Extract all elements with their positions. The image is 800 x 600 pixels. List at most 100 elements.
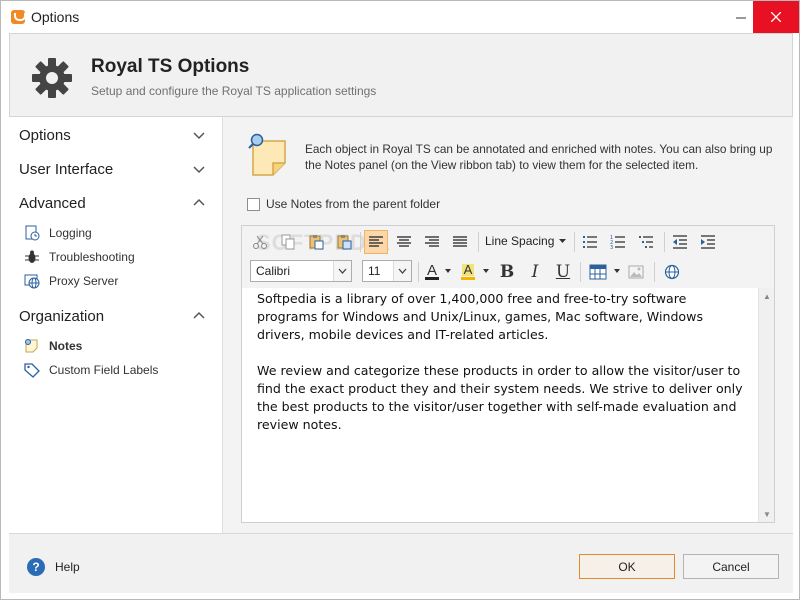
- help-link[interactable]: ? Help: [27, 558, 80, 576]
- toolbar-separator: [580, 262, 581, 282]
- sidebar-section-advanced[interactable]: Advanced: [19, 195, 86, 212]
- toolbar-separator: [418, 262, 419, 282]
- highlight-swatch: [461, 277, 475, 280]
- dialog-footer: ? Help OK Cancel: [9, 533, 793, 593]
- chevron-up-icon[interactable]: [192, 309, 206, 323]
- toolbar-separator: [664, 232, 665, 252]
- font-size-dropdown[interactable]: 11: [362, 260, 412, 282]
- toolbar-separator: [654, 262, 655, 282]
- royal-ts-app-icon: [11, 10, 26, 24]
- sidebar-item-notes[interactable]: Notes: [23, 336, 82, 356]
- paste-special-icon: [337, 235, 352, 250]
- editor-toolbar-row-1: SOFTPEDIA: [242, 226, 774, 256]
- sidebar-section-organization[interactable]: Organization: [19, 308, 104, 325]
- notes-paragraph: We review and categorize these products …: [257, 363, 743, 432]
- notes-panel: Each object in Royal TS can be annotated…: [223, 117, 793, 533]
- insert-table-button[interactable]: [586, 260, 610, 284]
- svg-text:3: 3: [610, 245, 613, 250]
- copy-button[interactable]: [276, 230, 300, 254]
- options-window: Options Royal TS Options Setup and confi…: [0, 0, 800, 600]
- align-left-icon: [369, 236, 383, 247]
- use-parent-notes-label[interactable]: Use Notes from the parent folder: [266, 197, 440, 211]
- note-icon: [23, 338, 41, 354]
- options-header: Royal TS Options Setup and configure the…: [9, 33, 793, 117]
- font-name-value: Calibri: [256, 264, 291, 278]
- numbered-list-button[interactable]: 123: [606, 230, 630, 254]
- dropdown-arrow-icon[interactable]: [445, 268, 451, 274]
- use-parent-notes-checkbox[interactable]: [247, 197, 260, 211]
- sidebar-section-options[interactable]: Options: [19, 127, 71, 144]
- close-button[interactable]: [753, 1, 799, 33]
- highlight-color-button[interactable]: A: [456, 260, 480, 284]
- dropdown-arrow-icon[interactable]: [483, 268, 489, 274]
- increase-indent-button[interactable]: [696, 230, 720, 254]
- dropdown-arrow-icon: [559, 239, 567, 243]
- paste-special-button[interactable]: [332, 230, 356, 254]
- line-spacing-dropdown[interactable]: Line Spacing: [485, 234, 567, 248]
- cut-button[interactable]: [248, 230, 272, 254]
- scroll-down-icon[interactable]: ▼: [759, 506, 775, 522]
- font-name-dropdown[interactable]: Calibri: [250, 260, 352, 282]
- editor-toolbar-row-2: Calibri 11 A A B I U: [242, 256, 774, 288]
- options-sidebar: Options User Interface Advanced Logging …: [9, 117, 223, 533]
- close-icon: [771, 12, 781, 22]
- sidebar-item-troubleshooting[interactable]: Troubleshooting: [23, 247, 135, 267]
- use-parent-notes-row[interactable]: Use Notes from the parent folder: [247, 197, 440, 211]
- insert-image-button[interactable]: [624, 260, 648, 284]
- cancel-button[interactable]: Cancel: [683, 554, 779, 579]
- decrease-indent-button[interactable]: [668, 230, 692, 254]
- sidebar-item-label: Custom Field Labels: [49, 363, 159, 377]
- underline-button[interactable]: U: [551, 260, 575, 284]
- toolbar-separator: [360, 232, 361, 252]
- font-color-letter: A: [426, 262, 437, 279]
- sidebar-item-custom-field-labels[interactable]: Custom Field Labels: [23, 360, 158, 380]
- table-icon: [589, 264, 607, 280]
- scroll-up-icon[interactable]: ▲: [759, 288, 775, 304]
- sidebar-section-user-interface[interactable]: User Interface: [19, 161, 113, 178]
- help-label: Help: [55, 560, 80, 574]
- insert-hyperlink-button[interactable]: [660, 260, 684, 284]
- title-bar: Options: [1, 1, 799, 33]
- options-subtitle: Setup and configure the Royal TS applica…: [91, 84, 377, 98]
- font-color-button[interactable]: A: [420, 260, 444, 284]
- justify-button[interactable]: [448, 230, 472, 254]
- line-spacing-label: Line Spacing: [485, 234, 555, 248]
- chevron-down-icon: [333, 261, 351, 281]
- font-color-swatch: [425, 277, 439, 280]
- paste-button[interactable]: [304, 230, 328, 254]
- align-right-button[interactable]: [420, 230, 444, 254]
- bug-icon: [23, 249, 41, 265]
- decrease-indent-icon: [673, 235, 687, 249]
- chevron-down-icon[interactable]: [192, 129, 206, 143]
- sidebar-item-proxy-server[interactable]: Proxy Server: [23, 271, 118, 291]
- notes-text-area[interactable]: Softpedia is a library of over 1,400,000…: [243, 288, 759, 520]
- scissors-icon: [253, 235, 267, 249]
- sidebar-item-label: Notes: [49, 339, 83, 353]
- chevron-down-icon[interactable]: [192, 163, 206, 177]
- sidebar-item-logging[interactable]: Logging: [23, 223, 92, 243]
- numbered-list-icon: 123: [610, 235, 625, 250]
- align-left-button[interactable]: [364, 230, 388, 254]
- minimize-icon: [736, 17, 746, 19]
- image-icon: [628, 265, 644, 279]
- italic-button[interactable]: I: [523, 260, 547, 284]
- notes-large-icon: [248, 133, 286, 176]
- sidebar-item-label: Logging: [49, 226, 92, 240]
- bullet-list-button[interactable]: [578, 230, 602, 254]
- bold-button[interactable]: B: [495, 260, 519, 284]
- align-center-icon: [397, 236, 411, 247]
- gear-icon: [32, 58, 72, 98]
- sidebar-item-label: Troubleshooting: [49, 250, 135, 264]
- window-title: Options: [31, 9, 80, 25]
- editor-vertical-scrollbar[interactable]: ▲ ▼: [758, 288, 774, 522]
- align-right-icon: [425, 236, 439, 247]
- notes-paragraph: Softpedia is a library of over 1,400,000…: [257, 291, 704, 342]
- toolbar-separator: [478, 232, 479, 252]
- ok-button[interactable]: OK: [579, 554, 675, 579]
- chevron-up-icon[interactable]: [192, 196, 206, 210]
- multilevel-list-icon: [639, 236, 653, 248]
- multilevel-list-button[interactable]: [634, 230, 658, 254]
- dropdown-arrow-icon[interactable]: [614, 268, 620, 274]
- bullet-list-icon: [583, 236, 597, 248]
- align-center-button[interactable]: [392, 230, 416, 254]
